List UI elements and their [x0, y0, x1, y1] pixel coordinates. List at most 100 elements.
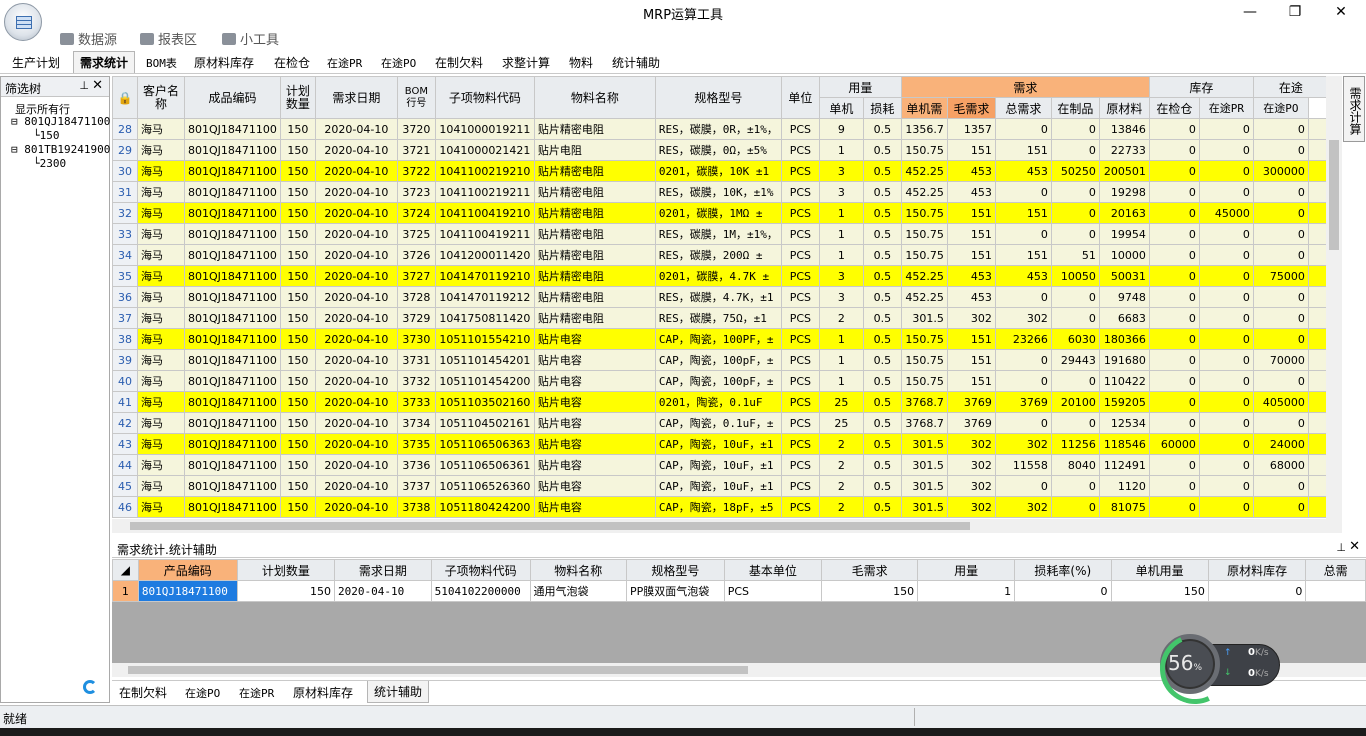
- cell-po[interactable]: 0: [1252, 118, 1309, 140]
- cell-total[interactable]: 0: [994, 349, 1052, 371]
- cell-customer[interactable]: 海马: [137, 307, 185, 329]
- cell-spec[interactable]: CAP，陶瓷，10uF，±1: [654, 433, 782, 455]
- cell-po[interactable]: 0: [1252, 223, 1309, 245]
- col-header[interactable]: 总需求: [994, 97, 1052, 119]
- pin-icon[interactable]: ⊥: [1336, 541, 1346, 554]
- row-number[interactable]: 1: [112, 580, 139, 602]
- cell-bom-row[interactable]: 3732: [396, 370, 436, 392]
- table-row[interactable]: 34 海马 801QJ18471100 150 2020-04-10 3726 104120…: [112, 244, 1336, 266]
- cell-customer[interactable]: 海马: [137, 244, 185, 266]
- cell-customer[interactable]: 海马: [137, 328, 185, 350]
- cell-raw[interactable]: 19298: [1098, 181, 1150, 203]
- cell-wip[interactable]: 0: [1050, 370, 1100, 392]
- cell-loss[interactable]: 0.5: [862, 244, 902, 266]
- col-header[interactable]: 单机: [818, 97, 864, 119]
- cell-demand-date[interactable]: 2020-04-10: [314, 454, 398, 476]
- cell-demand-date[interactable]: 2020-04-10: [314, 412, 398, 434]
- cell-pr[interactable]: 0: [1198, 454, 1254, 476]
- cell-material-name[interactable]: 贴片精密电阻: [533, 181, 656, 203]
- sub-table-row[interactable]: 1 801QJ18471100 150 2020-04-10 510410220…: [112, 580, 1366, 602]
- cell-product-code[interactable]: 801QJ18471100: [184, 349, 281, 371]
- cell-loss[interactable]: 0.5: [862, 286, 902, 308]
- cell-total[interactable]: 0: [994, 118, 1052, 140]
- cell-total[interactable]: 151: [994, 202, 1052, 224]
- cell-loss[interactable]: 0.5: [862, 328, 902, 350]
- cell-material-name[interactable]: 贴片电容: [533, 496, 656, 518]
- cell-po[interactable]: 0: [1252, 412, 1309, 434]
- cell-unit[interactable]: PCS: [780, 391, 820, 413]
- cell-customer[interactable]: 海马: [137, 118, 185, 140]
- cell-plan-qty[interactable]: 150: [279, 202, 316, 224]
- cell-pr[interactable]: 0: [1198, 307, 1254, 329]
- cell-per-unit[interactable]: 3: [818, 286, 864, 308]
- cell-gross[interactable]: 302: [946, 475, 996, 497]
- cell-customer[interactable]: 海马: [137, 496, 185, 518]
- cell-loss[interactable]: 0.5: [862, 307, 902, 329]
- cell-demand-date[interactable]: 2020-04-10: [314, 328, 398, 350]
- cell-total[interactable]: 0: [994, 475, 1052, 497]
- cell-inspect[interactable]: 0: [1148, 370, 1200, 392]
- cell-per-unit[interactable]: 150: [1110, 580, 1209, 602]
- cell-wip[interactable]: 0: [1050, 307, 1100, 329]
- cell-unit[interactable]: PCS: [780, 286, 820, 308]
- cell-plan-qty[interactable]: 150: [279, 349, 316, 371]
- col-header[interactable]: 毛需求: [946, 97, 996, 119]
- table-row[interactable]: 28 海马 801QJ18471100 150 2020-04-10 3720 104100…: [112, 118, 1336, 140]
- cell-plan-qty[interactable]: 150: [279, 307, 316, 329]
- row-number[interactable]: 39: [112, 349, 138, 371]
- cell-bom-row[interactable]: 3724: [396, 202, 436, 224]
- cell-material-name[interactable]: 贴片精密电阻: [533, 223, 656, 245]
- row-number[interactable]: 28: [112, 118, 138, 140]
- cell-unit[interactable]: PCS: [780, 118, 820, 140]
- cell-plan-qty[interactable]: 150: [279, 391, 316, 413]
- cell-wip[interactable]: 50250: [1050, 160, 1100, 182]
- cell-wip[interactable]: 29443: [1050, 349, 1100, 371]
- cell-usage[interactable]: 1: [917, 580, 1016, 602]
- cell-unit-demand[interactable]: 150.75: [900, 349, 948, 371]
- table-row[interactable]: 38 海马 801QJ18471100 150 2020-04-10 3730 105110…: [112, 328, 1336, 350]
- cell-wip[interactable]: 0: [1050, 412, 1100, 434]
- cell-material-name[interactable]: 贴片精密电阻: [533, 160, 656, 182]
- cell-sub-code[interactable]: 1051101454201: [434, 349, 535, 371]
- cell-raw[interactable]: 10000: [1098, 244, 1150, 266]
- lock-icon[interactable]: 🔒: [112, 76, 138, 119]
- cell-per-unit[interactable]: 3: [818, 181, 864, 203]
- cell-raw[interactable]: 9748: [1098, 286, 1150, 308]
- cell-pr[interactable]: 0: [1198, 349, 1254, 371]
- cell-customer[interactable]: 海马: [137, 223, 185, 245]
- cell-wip[interactable]: 0: [1050, 181, 1100, 203]
- cell-spec[interactable]: CAP，陶瓷，100PF，±: [654, 328, 782, 350]
- cell-spec[interactable]: 0201，陶瓷，0.1uF: [654, 391, 782, 413]
- menu-item[interactable]: 生产计划: [12, 54, 60, 71]
- cell-wip[interactable]: 0: [1050, 202, 1100, 224]
- cell-product-code[interactable]: 801QJ18471100: [184, 223, 281, 245]
- cell-sub-code[interactable]: 1051180424200: [434, 496, 535, 518]
- cell-loss[interactable]: 0.5: [862, 454, 902, 476]
- cell-total[interactable]: 302: [994, 433, 1052, 455]
- cell-material-name[interactable]: 贴片电容: [533, 412, 656, 434]
- cell-gross[interactable]: 302: [946, 307, 996, 329]
- cell-raw[interactable]: 50031: [1098, 265, 1150, 287]
- cell-spec[interactable]: CAP，陶瓷，18pF，±5: [654, 496, 782, 518]
- cell-sub-code[interactable]: 1041100219210: [434, 160, 535, 182]
- row-number[interactable]: 33: [112, 223, 138, 245]
- cell-raw[interactable]: 22733: [1098, 139, 1150, 161]
- cell-loss[interactable]: 0.5: [862, 118, 902, 140]
- cell-loss[interactable]: 0.5: [862, 160, 902, 182]
- sub-col-header[interactable]: 子项物料代码: [430, 559, 531, 581]
- cell-material-name[interactable]: 贴片电容: [533, 433, 656, 455]
- cell-raw[interactable]: 118546: [1098, 433, 1150, 455]
- cell-unit-demand[interactable]: 150.75: [900, 139, 948, 161]
- cell-plan-qty[interactable]: 150: [279, 223, 316, 245]
- cell-spec[interactable]: RES，碳膜，1M，±1%，: [654, 223, 782, 245]
- cell-total[interactable]: [1305, 580, 1366, 602]
- close-button[interactable]: ✕: [1331, 2, 1351, 22]
- cell-gross[interactable]: 151: [946, 139, 996, 161]
- cell-wip[interactable]: 0: [1050, 139, 1100, 161]
- cell-po[interactable]: 0: [1252, 202, 1309, 224]
- cell-customer[interactable]: 海马: [137, 412, 185, 434]
- col-header[interactable]: 客户名称: [137, 76, 185, 119]
- cell-unit-demand[interactable]: 150.75: [900, 328, 948, 350]
- cell-pr[interactable]: 0: [1198, 286, 1254, 308]
- cell-unit[interactable]: PCS: [780, 328, 820, 350]
